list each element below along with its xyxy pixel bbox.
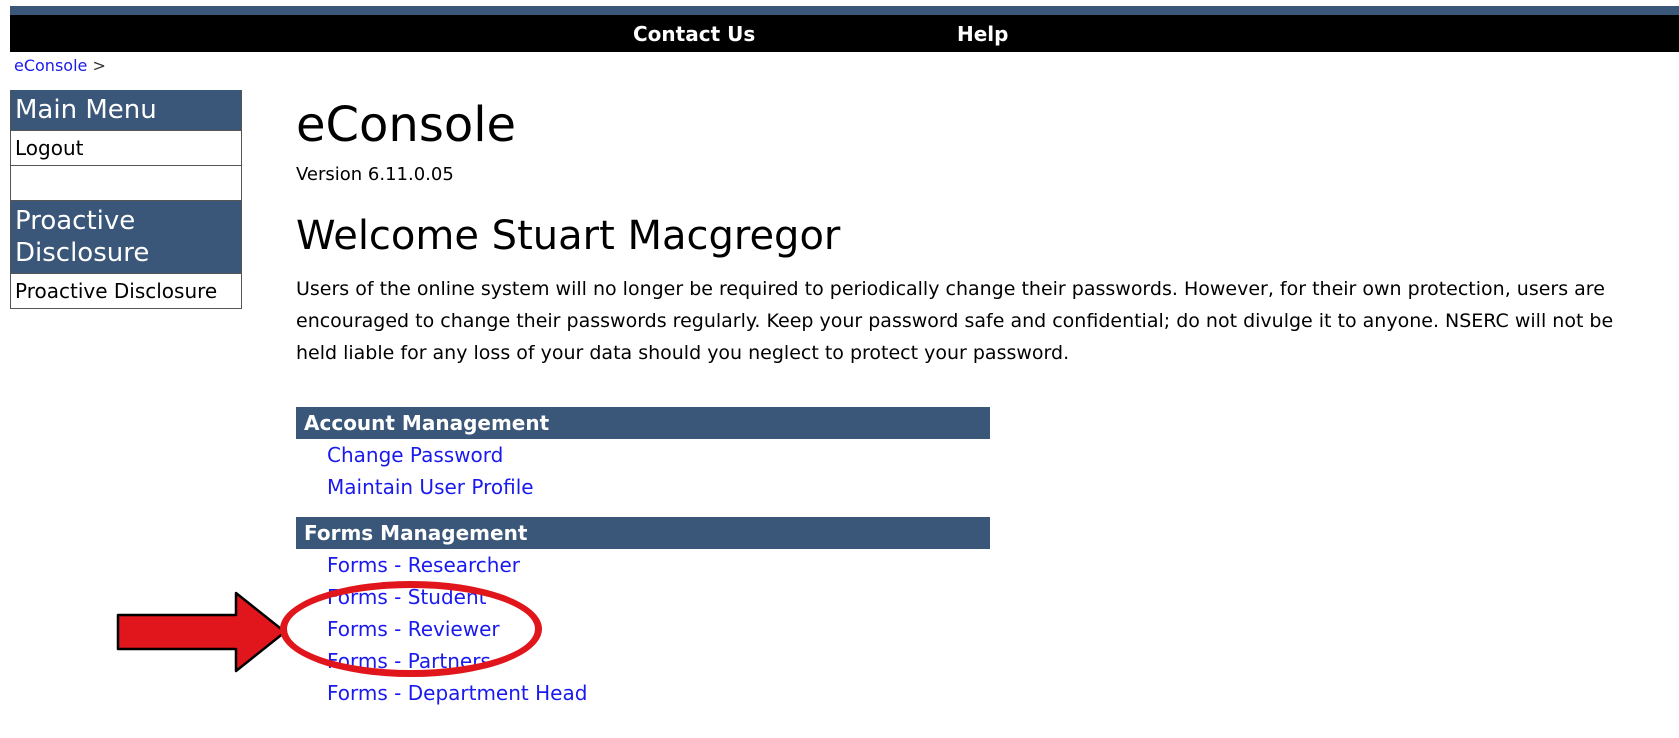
red-arrow-icon [116,591,287,673]
welcome-heading: Welcome Stuart Macgregor [296,213,841,259]
sidebar-proactive-heading: Proactive Disclosure [11,201,241,273]
sidebar-main-menu-heading: Main Menu [11,90,241,130]
contact-us-link[interactable]: Contact Us [633,22,755,46]
sidebar: Main Menu Logout Proactive Disclosure Pr… [10,90,242,309]
sidebar-empty-row [11,166,241,201]
password-notice: Users of the online system will no longe… [296,278,1614,364]
sidebar-item-proactive-disclosure[interactable]: Proactive Disclosure [11,273,241,309]
sidebar-item-logout[interactable]: Logout [11,130,241,166]
red-circle-highlight [280,581,542,677]
account-management-section: Account Management Change Password Maint… [296,407,990,503]
breadcrumb: eConsole > [14,56,106,75]
top-border-strip [10,6,1679,15]
help-link[interactable]: Help [957,22,1008,46]
forms-department-head-link[interactable]: Forms - Department Head [296,677,990,709]
forms-management-heading: Forms Management [296,517,990,549]
version-text: Version 6.11.0.05 [296,164,454,185]
account-management-heading: Account Management [296,407,990,439]
top-navigation-bar: Contact Us Help [10,15,1679,52]
change-password-link[interactable]: Change Password [296,439,990,471]
breadcrumb-separator: > [92,56,106,75]
page-title: eConsole [296,97,517,153]
maintain-user-profile-link[interactable]: Maintain User Profile [296,471,990,503]
breadcrumb-econsole-link[interactable]: eConsole [14,56,87,75]
forms-researcher-link[interactable]: Forms - Researcher [296,549,990,581]
